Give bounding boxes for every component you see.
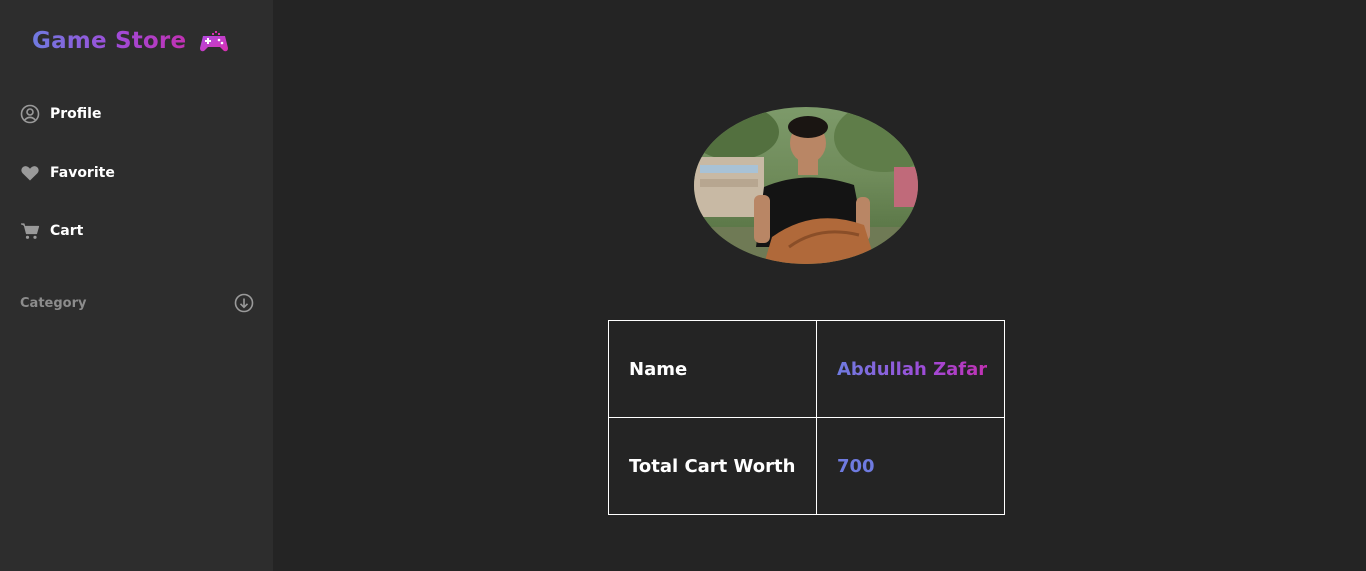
gamepad-icon xyxy=(198,30,230,56)
category-label: Category xyxy=(20,295,87,311)
app-root: Game Store Profile Favorite Cart Categor… xyxy=(0,0,1366,571)
heart-icon xyxy=(20,163,40,183)
sidebar-item-label: Profile xyxy=(50,106,102,122)
sidebar: Game Store Profile Favorite Cart Categor… xyxy=(0,0,273,571)
user-circle-icon xyxy=(20,104,40,124)
sidebar-item-profile[interactable]: Profile xyxy=(20,104,101,124)
sidebar-item-favorite[interactable]: Favorite xyxy=(20,163,115,183)
profile-info-table: Name Abdullah Zafar Total Cart Worth 700 xyxy=(608,320,1005,515)
sidebar-item-label: Favorite xyxy=(50,165,115,181)
cart-icon xyxy=(20,221,40,241)
sidebar-item-cart[interactable]: Cart xyxy=(20,221,83,241)
name-value: Abdullah Zafar xyxy=(837,358,988,380)
sidebar-item-label: Cart xyxy=(50,223,84,239)
cart-worth-value: 700 xyxy=(837,455,875,477)
brand[interactable]: Game Store xyxy=(32,28,228,54)
name-label: Name xyxy=(608,320,817,418)
cart-worth-label: Total Cart Worth xyxy=(608,417,817,515)
name-value-cell: Abdullah Zafar xyxy=(816,320,1005,418)
profile-photo xyxy=(694,107,918,264)
table-row: Total Cart Worth 700 xyxy=(608,417,1005,515)
brand-title: Game Store xyxy=(32,28,187,54)
table-row: Name Abdullah Zafar xyxy=(608,320,1005,418)
arrow-down-circle-icon[interactable] xyxy=(234,293,254,313)
category-dropdown[interactable]: Category xyxy=(20,292,254,314)
cart-worth-value-cell: 700 xyxy=(816,417,1005,515)
